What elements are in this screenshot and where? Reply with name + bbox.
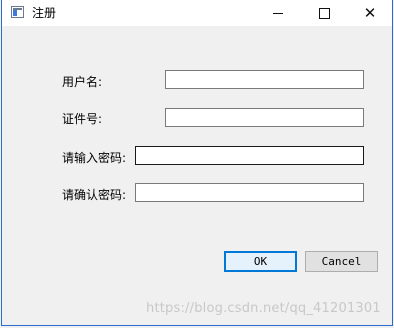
maximize-button[interactable] xyxy=(302,0,346,26)
id-number-field[interactable] xyxy=(165,108,364,127)
window-app-icon xyxy=(11,6,24,18)
username-label: 用户名: xyxy=(62,75,103,89)
cancel-button[interactable]: Cancel xyxy=(305,251,378,272)
close-button[interactable]: ✕ xyxy=(348,0,392,26)
confirm-password-field[interactable] xyxy=(135,183,364,202)
minimize-icon xyxy=(273,12,283,14)
maximize-icon xyxy=(318,7,330,19)
watermark-text: https://blog.csdn.net/qq_41201301 xyxy=(146,301,381,316)
close-icon: ✕ xyxy=(363,3,377,22)
title-bar[interactable]: 注册 ✕ xyxy=(2,0,392,26)
register-dialog: 注册 ✕ 用户名: 证件号: 请输入密码: 请确认密码: OK Cancel h… xyxy=(1,0,393,326)
password-field[interactable] xyxy=(135,146,364,165)
id-number-label: 证件号: xyxy=(62,112,103,126)
window-title: 注册 xyxy=(32,6,57,20)
ok-button[interactable]: OK xyxy=(224,251,297,272)
username-field[interactable] xyxy=(165,70,364,89)
confirm-password-label: 请确认密码: xyxy=(62,188,127,202)
password-label: 请输入密码: xyxy=(62,151,127,165)
minimize-button[interactable] xyxy=(256,0,300,26)
